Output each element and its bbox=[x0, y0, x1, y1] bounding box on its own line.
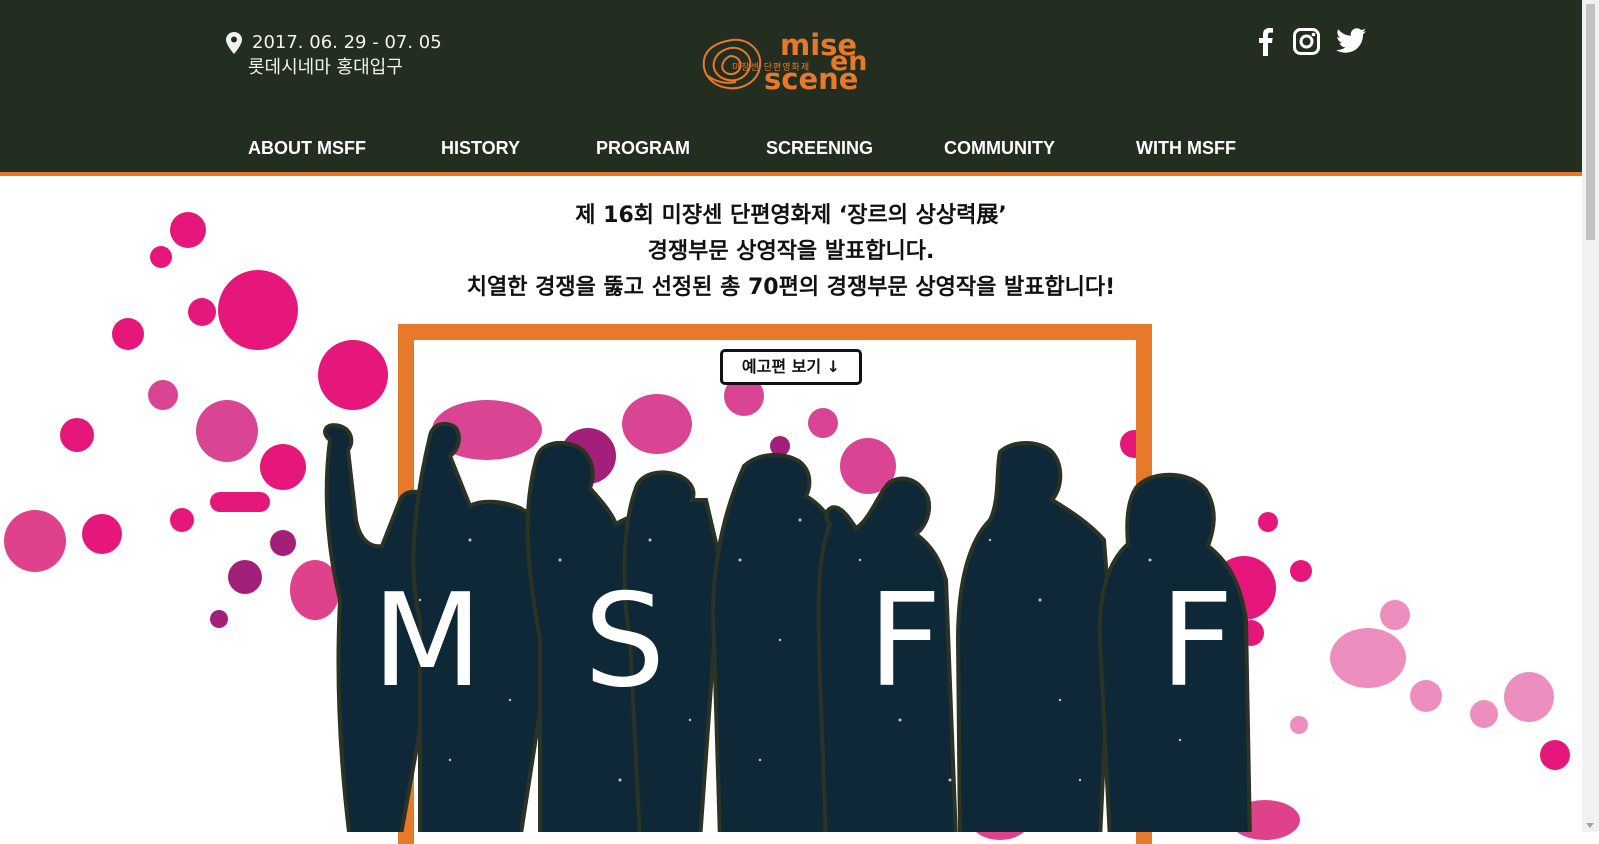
scrollbar-thumb[interactable] bbox=[1586, 4, 1595, 240]
group-silhouette-illustration bbox=[323, 421, 1252, 832]
announcement-headline: 제 16회 미쟝센 단편영화제 ‘장르의 상상력展’ 경쟁부문 상영작을 발표합… bbox=[0, 198, 1582, 306]
msff-letter-f1: F bbox=[868, 567, 942, 716]
headline-line-3: 치열한 경쟁을 뚫고 선정된 총 70편의 경쟁부문 상영작을 발표합니다! bbox=[466, 275, 1116, 300]
watch-trailer-button[interactable]: 예고편 보기 ↓ bbox=[720, 349, 862, 385]
msff-letter-m: M bbox=[372, 567, 483, 716]
page-scrollbar[interactable] bbox=[1582, 0, 1599, 832]
scroll-down-arrow-icon[interactable] bbox=[1586, 823, 1594, 828]
msff-letter-f2: F bbox=[1160, 567, 1234, 716]
headline-line-2: 경쟁부문 상영작을 발표합니다. bbox=[647, 239, 935, 264]
msff-letter-s: S bbox=[584, 567, 666, 716]
headline-line-1: 제 16회 미쟝센 단편영화제 ‘장르의 상상력展’ bbox=[575, 203, 1007, 228]
